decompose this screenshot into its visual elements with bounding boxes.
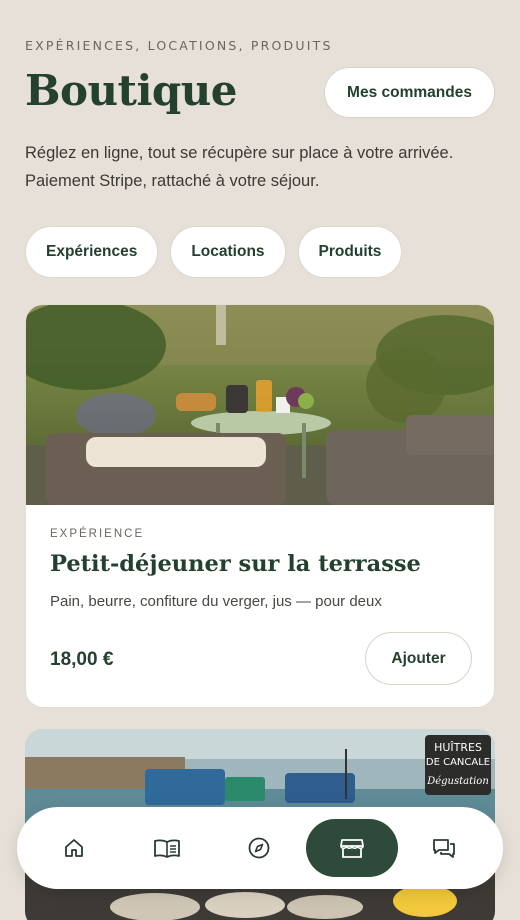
filter-experiences[interactable]: Expériences <box>25 226 159 278</box>
add-to-cart-button[interactable]: Ajouter <box>365 632 472 685</box>
tab-guide[interactable] <box>138 819 196 877</box>
boutique-page: EXPÉRIENCES, LOCATIONS, PRODUITS Boutiqu… <box>0 0 520 920</box>
eyebrow-text: EXPÉRIENCES, LOCATIONS, PRODUITS <box>25 38 333 53</box>
product-description: Pain, beurre, confiture du verger, jus —… <box>50 593 382 610</box>
oyster-sign-line-3: Dégustation <box>426 776 489 787</box>
filter-locations[interactable]: Locations <box>170 226 286 278</box>
intro-line-1: Réglez en ligne, tout se récupère sur pl… <box>25 144 454 162</box>
chat-icon <box>433 839 455 858</box>
tab-home[interactable] <box>45 819 103 877</box>
my-orders-button[interactable]: Mes commandes <box>324 67 495 118</box>
product-title: Petit-déjeuner sur la terrasse <box>50 551 421 577</box>
bottom-tab-bar <box>17 807 503 889</box>
category-filters: Expériences Locations Produits <box>25 226 403 278</box>
oyster-sign-line-2: DE CANCALE <box>426 757 490 768</box>
intro-line-2: Paiement Stripe, rattaché à votre séjour… <box>25 172 320 190</box>
product-category: EXPÉRIENCE <box>50 528 145 540</box>
oyster-sign-line-1: HUÎTRES <box>434 741 482 754</box>
tab-explore[interactable] <box>230 819 288 877</box>
intro-text: Réglez en ligne, tout se récupère sur pl… <box>25 139 495 195</box>
shop-icon <box>340 839 364 858</box>
book-icon <box>154 839 180 858</box>
home-icon <box>65 839 83 857</box>
filter-produits[interactable]: Produits <box>297 226 403 278</box>
product-card[interactable]: EXPÉRIENCE Petit-déjeuner sur la terrass… <box>25 304 495 708</box>
compass-icon <box>248 837 270 859</box>
page-title: Boutique <box>25 66 238 115</box>
breakfast-terrace-photo <box>26 305 494 505</box>
tab-shop[interactable] <box>306 819 398 877</box>
tab-messages[interactable] <box>415 819 473 877</box>
product-card-body: EXPÉRIENCE Petit-déjeuner sur la terrass… <box>26 505 494 707</box>
product-price: 18,00 € <box>50 649 114 670</box>
